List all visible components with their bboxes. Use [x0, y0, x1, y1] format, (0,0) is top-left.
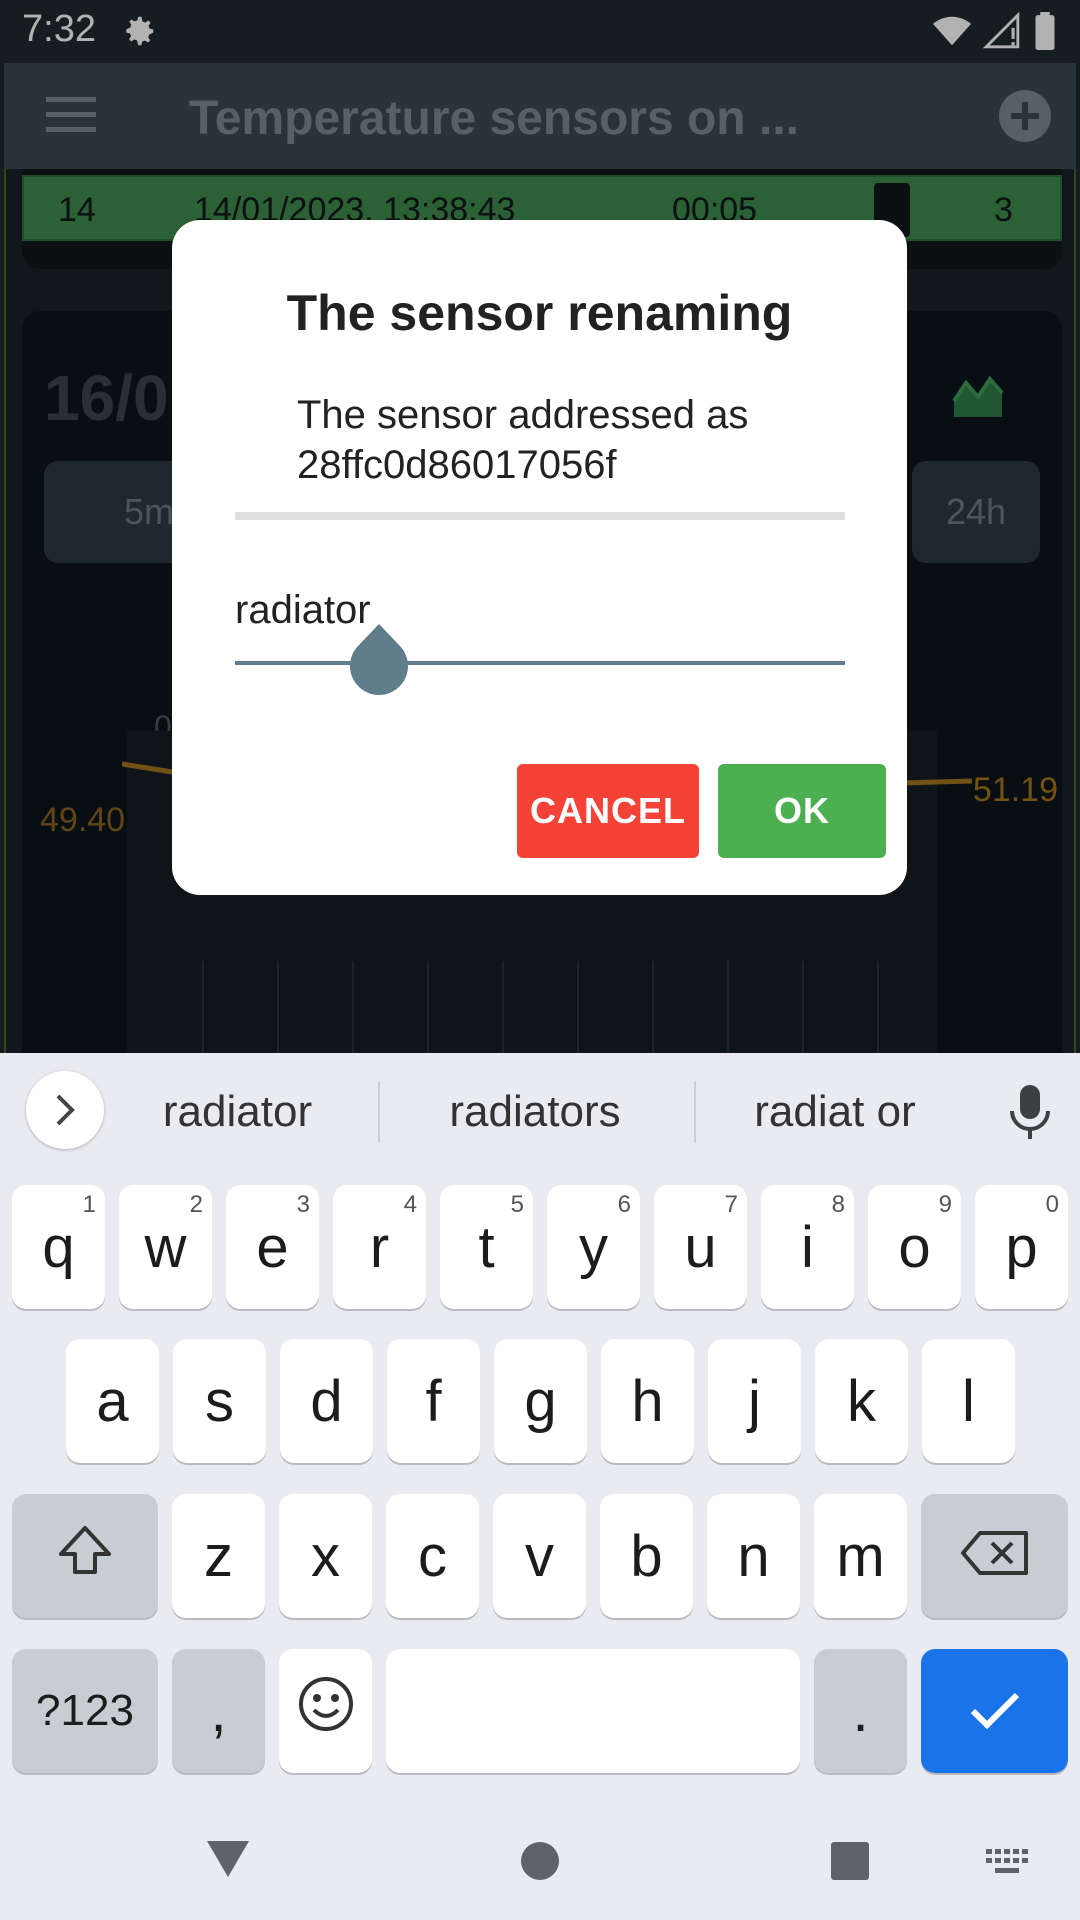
- key-label: f: [425, 1368, 442, 1434]
- key-label: m: [836, 1523, 885, 1589]
- key-n[interactable]: n: [707, 1494, 800, 1618]
- suggestion-2[interactable]: radiators: [410, 1087, 660, 1137]
- emoji-key[interactable]: [279, 1649, 372, 1773]
- key-p[interactable]: p0: [975, 1185, 1068, 1309]
- backspace-icon: [960, 1523, 1030, 1590]
- key-label: p: [1005, 1214, 1038, 1280]
- key-t[interactable]: t5: [440, 1185, 533, 1309]
- key-s[interactable]: s: [173, 1339, 266, 1463]
- key-z[interactable]: z: [172, 1494, 265, 1618]
- comma-key[interactable]: ,: [172, 1649, 265, 1773]
- symbols-key[interactable]: ?123: [12, 1649, 158, 1773]
- shift-arrow-icon: [57, 1523, 113, 1590]
- key-label: c: [418, 1523, 447, 1589]
- key-o[interactable]: o9: [868, 1185, 961, 1309]
- key-hint: 4: [403, 1191, 417, 1218]
- key-label: k: [847, 1368, 876, 1434]
- nav-recents-icon[interactable]: [830, 1841, 870, 1886]
- key-y[interactable]: y6: [547, 1185, 640, 1309]
- backspace-key[interactable]: [921, 1494, 1068, 1618]
- emoji-smiley-icon: [298, 1676, 354, 1746]
- period-key[interactable]: .: [814, 1649, 907, 1773]
- key-label: w: [144, 1214, 187, 1280]
- soft-keyboard: radiator radiators radiat or q1w2e3r4t5y…: [0, 1053, 1080, 1920]
- keyboard-switch-icon[interactable]: [986, 1849, 1030, 1882]
- key-label: y: [579, 1214, 608, 1280]
- key-label: t: [478, 1214, 495, 1280]
- key-b[interactable]: b: [600, 1494, 693, 1618]
- key-hint: 7: [724, 1191, 738, 1218]
- dialog-title: The sensor renaming: [286, 285, 793, 341]
- key-hint: 2: [189, 1191, 203, 1218]
- key-q[interactable]: q1: [12, 1185, 105, 1309]
- key-label: i: [801, 1214, 814, 1280]
- key-label: z: [204, 1523, 233, 1589]
- key-hint: 8: [831, 1191, 845, 1218]
- suggestion-bar: radiator radiators radiat or: [0, 1053, 1080, 1169]
- text-cursor-handle[interactable]: [350, 624, 408, 696]
- dialog-description: The sensor addressed as 28ffc0d86017056f: [297, 393, 749, 487]
- key-a[interactable]: a: [66, 1339, 159, 1463]
- rename-dialog: The sensor renaming The sensor addressed…: [172, 220, 907, 895]
- key-j[interactable]: j: [708, 1339, 801, 1463]
- key-d[interactable]: d: [280, 1339, 373, 1463]
- enter-key[interactable]: [921, 1649, 1068, 1773]
- key-label: x: [311, 1523, 340, 1589]
- key-label: b: [630, 1523, 663, 1589]
- nav-home-icon[interactable]: [520, 1841, 560, 1886]
- suggestion-3[interactable]: radiat or: [720, 1087, 950, 1137]
- key-label: e: [256, 1214, 289, 1280]
- key-label: d: [310, 1368, 343, 1434]
- key-label: j: [748, 1368, 761, 1434]
- key-label: n: [737, 1523, 770, 1589]
- key-hint: 3: [296, 1191, 310, 1218]
- suggestion-divider: [378, 1081, 380, 1143]
- key-label: g: [524, 1368, 557, 1434]
- key-w[interactable]: w2: [119, 1185, 212, 1309]
- key-h[interactable]: h: [601, 1339, 694, 1463]
- microphone-icon[interactable]: [1008, 1083, 1052, 1146]
- key-m[interactable]: m: [814, 1494, 907, 1618]
- cancel-button[interactable]: CANCEL: [517, 764, 699, 858]
- suggestion-1[interactable]: radiator: [120, 1087, 355, 1137]
- key-label: v: [525, 1523, 554, 1589]
- key-label: u: [684, 1214, 717, 1280]
- key-l[interactable]: l: [922, 1339, 1015, 1463]
- key-i[interactable]: i8: [761, 1185, 854, 1309]
- checkmark-icon: [969, 1678, 1021, 1745]
- suggestion-divider: [694, 1081, 696, 1143]
- ok-button[interactable]: OK: [718, 764, 886, 858]
- sensor-name-input[interactable]: [235, 570, 845, 650]
- key-label: s: [205, 1368, 234, 1434]
- key-k[interactable]: k: [815, 1339, 908, 1463]
- key-label: a: [96, 1368, 129, 1434]
- key-u[interactable]: u7: [654, 1185, 747, 1309]
- key-e[interactable]: e3: [226, 1185, 319, 1309]
- key-r[interactable]: r4: [333, 1185, 426, 1309]
- dialog-divider: [235, 512, 845, 520]
- key-label: l: [962, 1368, 975, 1434]
- key-g[interactable]: g: [494, 1339, 587, 1463]
- key-x[interactable]: x: [279, 1494, 372, 1618]
- key-label: h: [631, 1368, 664, 1434]
- key-c[interactable]: c: [386, 1494, 479, 1618]
- key-hint: 0: [1045, 1191, 1059, 1218]
- key-label: q: [42, 1214, 75, 1280]
- key-label: r: [369, 1214, 390, 1280]
- expand-suggestions-chevron-icon[interactable]: [26, 1071, 104, 1149]
- space-key[interactable]: [386, 1649, 800, 1773]
- key-hint: 1: [82, 1191, 96, 1218]
- key-hint: 5: [510, 1191, 524, 1218]
- key-label: o: [898, 1214, 931, 1280]
- nav-back-icon[interactable]: [205, 1839, 251, 1884]
- shift-key[interactable]: [12, 1494, 158, 1618]
- key-v[interactable]: v: [493, 1494, 586, 1618]
- key-f[interactable]: f: [387, 1339, 480, 1463]
- navigation-bar: [0, 1809, 1080, 1920]
- input-underline: [235, 661, 845, 665]
- key-hint: 9: [938, 1191, 952, 1218]
- key-hint: 6: [617, 1191, 631, 1218]
